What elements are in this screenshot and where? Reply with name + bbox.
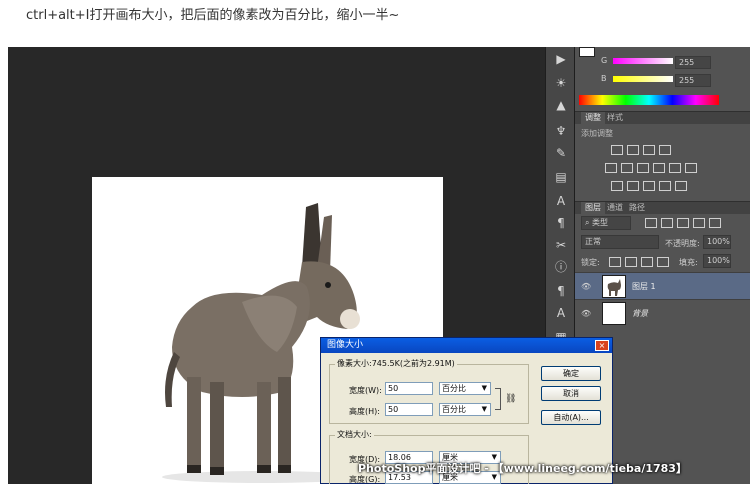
- tab-styles[interactable]: 样式: [603, 112, 627, 125]
- close-icon[interactable]: ×: [595, 340, 609, 351]
- brightness-icon[interactable]: [611, 145, 623, 155]
- tab-paths[interactable]: 路径: [625, 202, 649, 215]
- dialog-title: 图像大小: [321, 338, 612, 353]
- pixel-dimensions-label: 像素大小:745.5K(之前为2.91M): [335, 358, 457, 369]
- opacity-input[interactable]: 100%: [703, 235, 731, 249]
- lock-icons: [609, 257, 669, 267]
- layer-thumbnail: [602, 302, 626, 325]
- blend-mode-select[interactable]: 正常: [581, 235, 659, 249]
- layer-row[interactable]: 👁 图层 1: [575, 272, 750, 299]
- height-input[interactable]: 50: [385, 403, 433, 416]
- color-balance-icon[interactable]: [637, 163, 649, 173]
- filter-adjustment-icon[interactable]: [661, 218, 673, 228]
- tab-channels[interactable]: 通道: [603, 202, 627, 215]
- width-unit-value: 百分比: [442, 384, 466, 393]
- filter-pixel-icon[interactable]: [645, 218, 657, 228]
- visibility-eye-icon[interactable]: 👁: [581, 309, 591, 318]
- gradient-map-icon[interactable]: [675, 181, 687, 191]
- lock-transparent-icon[interactable]: [609, 257, 621, 267]
- fill-label: 填充:: [679, 258, 698, 267]
- info-icon[interactable]: ⓘ: [553, 259, 569, 275]
- filter-shape-icon[interactable]: [693, 218, 705, 228]
- layer-name[interactable]: 图层 1: [632, 281, 656, 292]
- lock-position-icon[interactable]: [641, 257, 653, 267]
- width-unit-select[interactable]: 百分比 ▼: [439, 382, 491, 395]
- levels-icon[interactable]: [627, 145, 639, 155]
- selective-color-icon[interactable]: [659, 181, 671, 191]
- lock-image-icon[interactable]: [625, 257, 637, 267]
- swatches-icon[interactable]: ▤: [553, 169, 569, 185]
- curves-icon[interactable]: [643, 145, 655, 155]
- lock-label: 锁定:: [581, 258, 600, 267]
- height-unit-select[interactable]: 百分比 ▼: [439, 403, 491, 416]
- donkey-thumb-image: [607, 279, 621, 296]
- fill-input[interactable]: 100%: [703, 254, 731, 268]
- color-panel: G 255 B 255: [575, 47, 750, 111]
- auto-button[interactable]: 自动(A)...: [541, 410, 601, 425]
- layers-tabbar: 图层 通道 路径: [575, 201, 750, 215]
- adjustments-subtitle: 添加调整: [581, 129, 613, 138]
- document-size-label: 文档大小:: [335, 429, 374, 440]
- invert-icon[interactable]: [611, 181, 623, 191]
- layer-row[interactable]: 👁 背景: [575, 299, 750, 326]
- lock-all-icon[interactable]: [657, 257, 669, 267]
- black-white-icon[interactable]: [653, 163, 665, 173]
- tab-adjustments[interactable]: 调整: [581, 112, 605, 125]
- paragraph-icon[interactable]: ¶: [553, 215, 569, 231]
- b-channel-label: B: [601, 74, 607, 83]
- character-styles-icon[interactable]: A: [553, 305, 569, 321]
- page-caption: ctrl+alt+I打开画布大小，把后面的像素改为百分比，缩小一半~: [26, 8, 400, 23]
- adjustment-icons-row-1: [611, 145, 671, 155]
- width-input[interactable]: 50: [385, 382, 433, 395]
- ok-button[interactable]: 确定: [541, 366, 601, 381]
- tab-layers[interactable]: 图层: [581, 202, 605, 215]
- adjustment-icons-row-2: [605, 163, 697, 173]
- layer-thumbnail: [602, 275, 626, 298]
- b-channel-slider[interactable]: [613, 76, 673, 82]
- foreground-swatch[interactable]: [579, 47, 595, 57]
- character-icon[interactable]: A: [553, 193, 569, 209]
- threshold-icon[interactable]: [643, 181, 655, 191]
- tool-presets-icon[interactable]: ✂: [553, 237, 569, 253]
- adjustment-icons-row-3: [611, 181, 687, 191]
- brush-icon[interactable]: ♆: [553, 123, 569, 139]
- clone-stamp-icon[interactable]: ✎: [553, 145, 569, 161]
- search-icon: ⌕: [585, 218, 593, 227]
- histogram-icon[interactable]: ▲: [553, 97, 569, 113]
- layer-kind-label: 类型: [592, 218, 609, 227]
- watermark: PhotoShop平面设计吧 - 【www.lineeg.com/tieba/1…: [358, 462, 687, 475]
- constrain-link-bracket: [495, 388, 501, 410]
- chain-link-icon: ⛓: [505, 394, 517, 404]
- visibility-eye-icon[interactable]: 👁: [581, 282, 591, 291]
- layer-filter-icons: [645, 218, 721, 228]
- opacity-label: 不透明度:: [665, 239, 700, 248]
- cancel-button[interactable]: 取消: [541, 386, 601, 401]
- chevron-down-icon: ▼: [481, 384, 487, 392]
- g-channel-slider[interactable]: [613, 58, 673, 64]
- filter-smart-icon[interactable]: [709, 218, 721, 228]
- width-label: 宽度(W):: [349, 386, 382, 395]
- channel-mixer-icon[interactable]: [685, 163, 697, 173]
- g-channel-label: G: [601, 56, 608, 65]
- paragraph-styles-icon[interactable]: ¶: [553, 283, 569, 299]
- exposure-icon[interactable]: [659, 145, 671, 155]
- hue-saturation-icon[interactable]: [621, 163, 633, 173]
- photo-filter-icon[interactable]: [669, 163, 681, 173]
- layer-name[interactable]: 背景: [632, 308, 648, 319]
- b-channel-value[interactable]: 255: [675, 74, 711, 87]
- vibrance-icon[interactable]: [605, 163, 617, 173]
- height-label: 高度(H):: [349, 407, 380, 416]
- g-channel-value[interactable]: 255: [675, 56, 711, 69]
- play-icon[interactable]: ▶: [553, 51, 569, 67]
- layer-kind-filter[interactable]: ⌕ 类型: [581, 216, 631, 230]
- color-spectrum[interactable]: [579, 95, 719, 105]
- height-unit-value: 百分比: [442, 405, 466, 414]
- filter-type-icon[interactable]: [677, 218, 689, 228]
- sun-icon[interactable]: ☀: [553, 75, 569, 91]
- posterize-icon[interactable]: [627, 181, 639, 191]
- chevron-down-icon: ▼: [481, 405, 487, 413]
- adjustments-tabbar: 调整 样式: [575, 111, 750, 125]
